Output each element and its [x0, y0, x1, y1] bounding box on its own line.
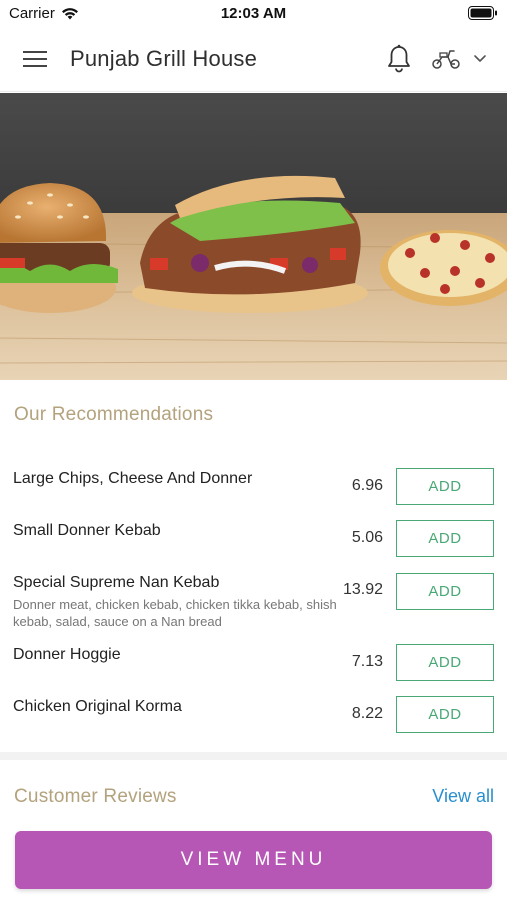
item-name: Chicken Original Korma — [13, 698, 182, 715]
app-header: Punjab Grill House — [0, 26, 507, 92]
item-price: 8.22 — [351, 705, 383, 722]
menu-icon[interactable] — [23, 49, 47, 69]
chevron-down-icon[interactable] — [473, 54, 487, 64]
section-divider — [0, 752, 507, 760]
add-button[interactable]: ADD — [396, 520, 494, 557]
item-price: 13.92 — [342, 581, 383, 598]
item-price: 7.13 — [351, 653, 383, 670]
scooter-icon[interactable] — [431, 48, 461, 70]
item-name: Small Donner Kebab — [13, 522, 161, 539]
add-button[interactable]: ADD — [396, 468, 494, 505]
clock: 12:03 AM — [220, 5, 287, 22]
view-menu-button[interactable]: VIEW MENU — [15, 831, 492, 889]
add-button[interactable]: ADD — [396, 696, 494, 733]
item-price: 5.06 — [351, 529, 383, 546]
add-button[interactable]: ADD — [396, 644, 494, 681]
item-price: 6.96 — [351, 477, 383, 494]
page-title: Punjab Grill House — [70, 46, 258, 71]
item-name: Special Supreme Nan Kebab — [13, 574, 220, 591]
status-bar: Carrier 12:03 AM — [0, 0, 507, 26]
item-description: Donner meat, chicken kebab, chicken tikk… — [13, 597, 337, 629]
add-button[interactable]: ADD — [396, 573, 494, 610]
food-banner-image — [0, 93, 507, 380]
battery-icon — [468, 6, 497, 20]
item-name: Large Chips, Cheese And Donner — [13, 470, 253, 487]
view-all-link[interactable]: View all — [432, 786, 494, 807]
bell-icon[interactable] — [386, 44, 412, 74]
reviews-title: Customer Reviews — [14, 786, 177, 807]
item-name: Donner Hoggie — [13, 646, 121, 663]
recommendations-title: Our Recommendations — [14, 404, 214, 425]
